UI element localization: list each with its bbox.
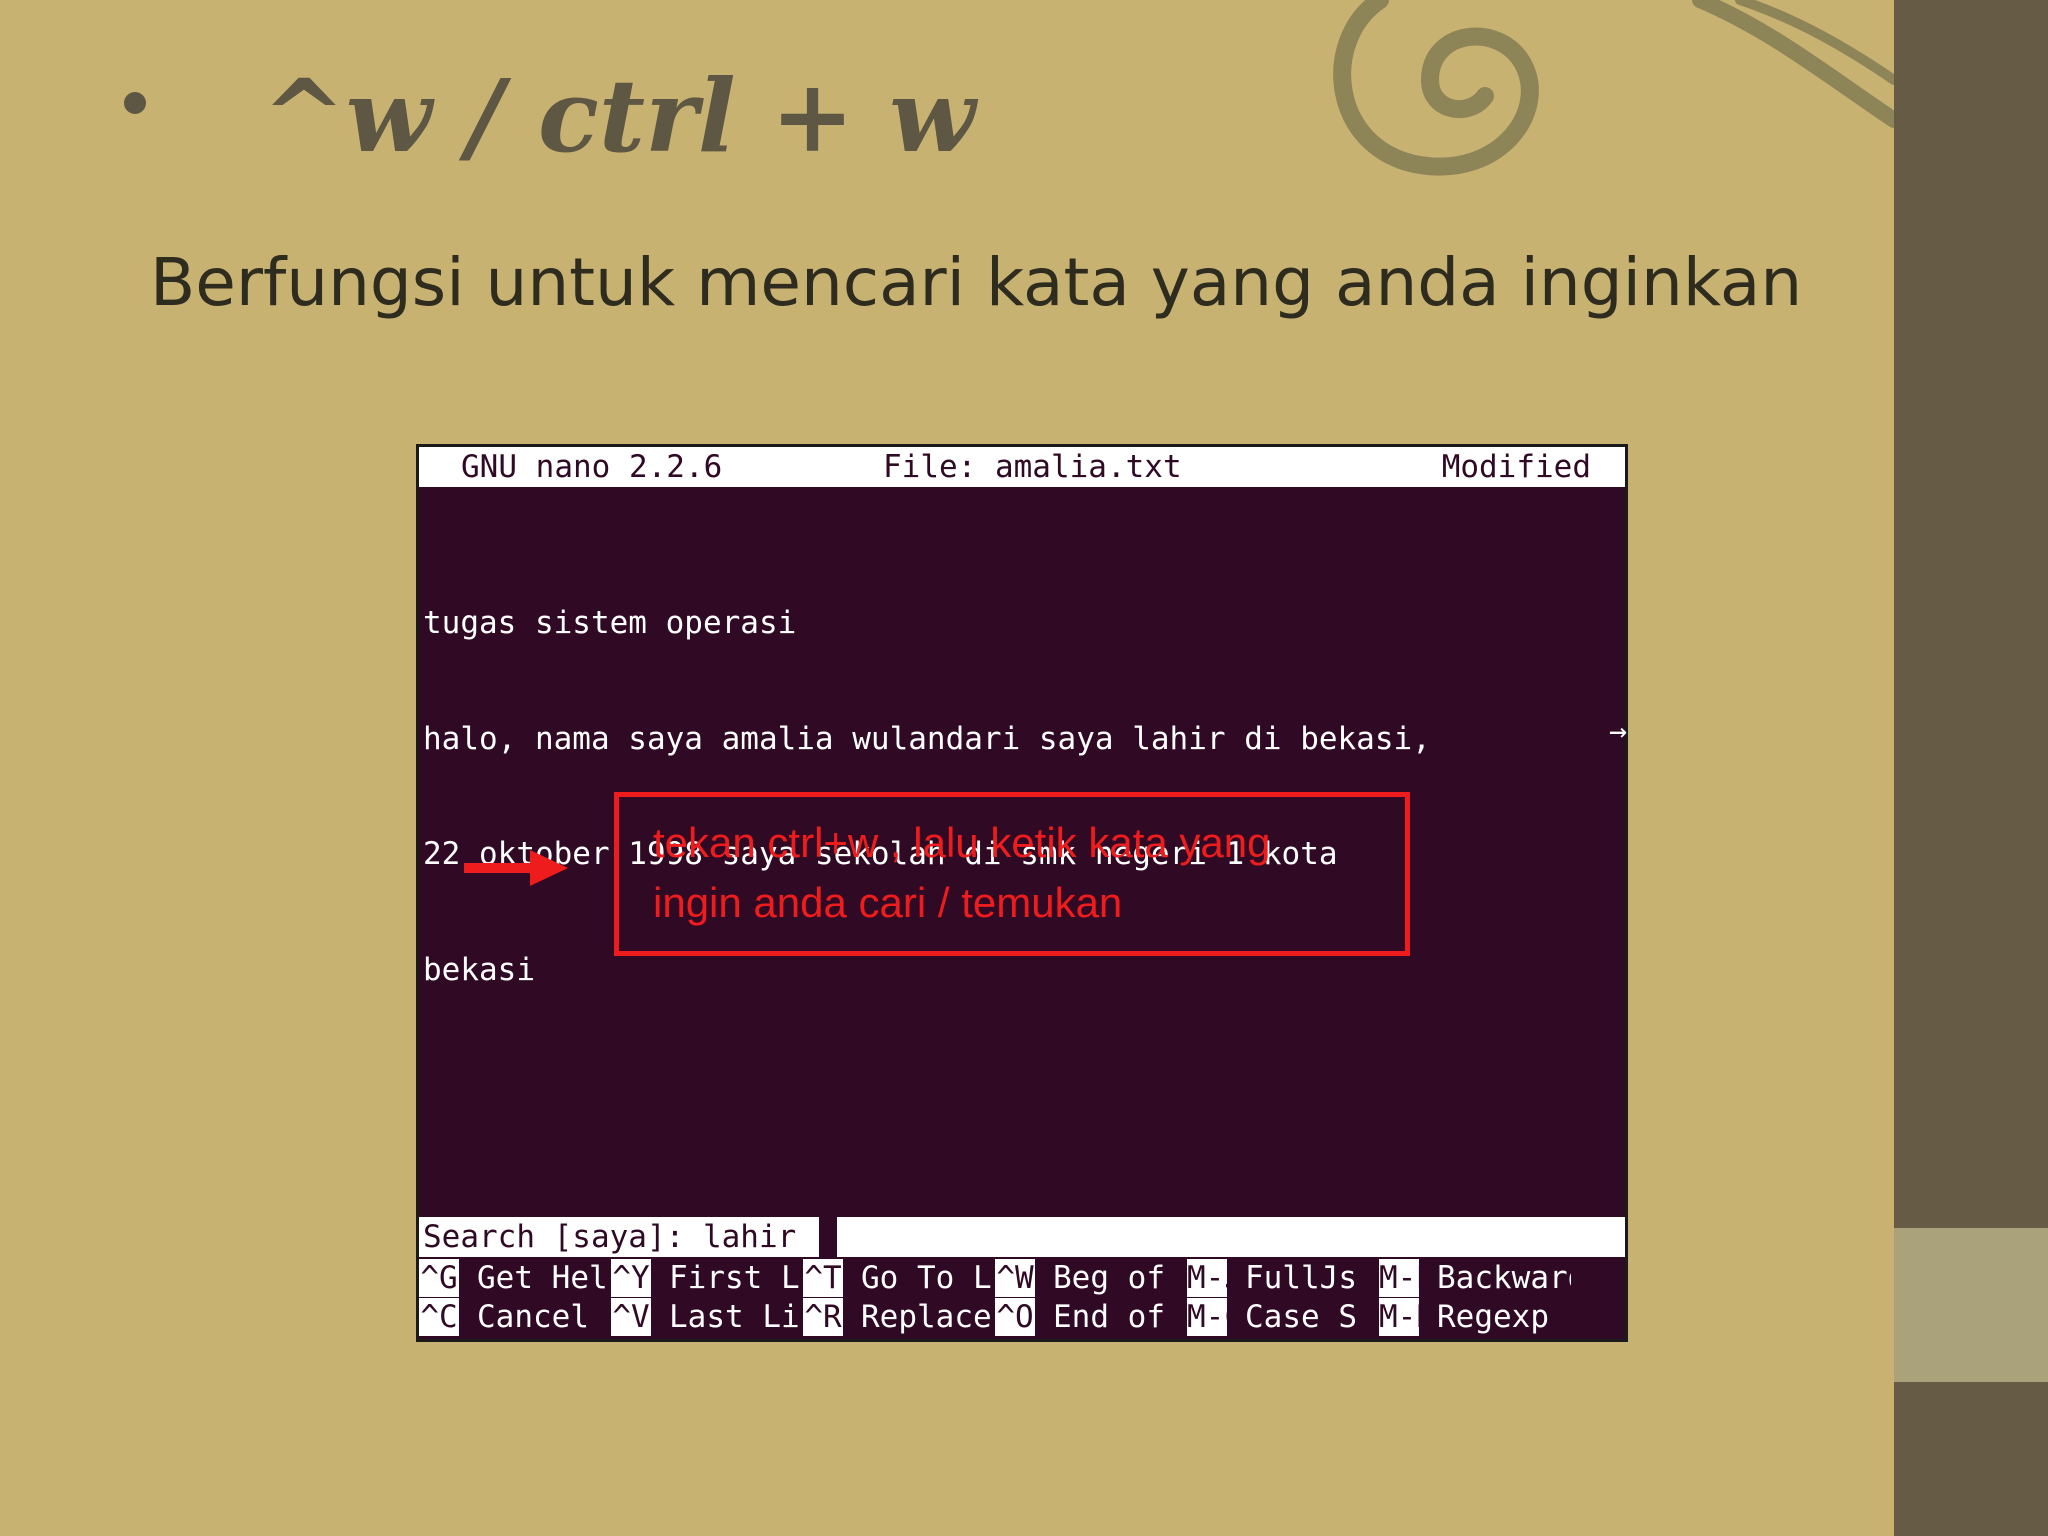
shortcut-replace[interactable]: ^R Replace [803,1298,995,1336]
sidebar-band [1894,1228,2048,1382]
slide-title: ^w / ctrl + w [262,57,976,175]
shortcut-case-sensitive[interactable]: M-C Case S [1187,1298,1379,1336]
shortcut-row: ^C Cancel ^V Last Li ^R Replace ^O End o… [419,1298,1625,1336]
shortcut-key: M-J [1187,1259,1243,1297]
shortcut-full-justify[interactable]: M-J FullJs [1187,1259,1379,1297]
shortcut-key: M-R [1379,1298,1435,1336]
annotation-callout: tekan ctrl+w , lalu ketik kata yang ingi… [614,792,1410,956]
shortcut-beg-of-line[interactable]: ^W Beg of [995,1259,1187,1297]
shortcut-label: Get Hel [477,1260,608,1296]
shortcut-label: Case S [1245,1299,1357,1335]
shortcut-label: Last Li [669,1299,800,1335]
file-name: File: amalia.txt [883,449,1182,485]
shortcut-label: Go To L [861,1260,992,1296]
shortcut-key: ^V [611,1298,651,1336]
shortcut-label: Cancel [477,1299,589,1335]
cursor [819,1217,837,1257]
shortcut-key: ^W [995,1259,1035,1297]
shortcut-key: ^C [419,1298,459,1336]
shortcut-get-help[interactable]: ^G Get Hel [419,1259,611,1297]
shortcut-key: ^O [995,1298,1035,1336]
shortcut-key: ^T [803,1259,843,1297]
text-line: bekasi [423,951,535,988]
shortcut-go-to-line[interactable]: ^T Go To L [803,1259,995,1297]
shortcut-key: M-C [1187,1298,1243,1336]
red-arrow-icon [464,850,568,886]
shortcut-regexp[interactable]: M-R Regexp [1379,1298,1571,1336]
callout-line: ingin anda cari / temukan [653,879,1123,926]
bullet-icon [124,92,146,114]
shortcut-label: End of [1053,1299,1165,1335]
nano-title-bar: GNU nano 2.2.6 File: amalia.txt Modified [419,447,1625,487]
nano-version: GNU nano 2.2.6 [461,449,723,485]
shortcut-label: Regexp [1437,1299,1549,1335]
shortcut-key: ^R [803,1298,843,1336]
shortcut-cancel[interactable]: ^C Cancel [419,1298,611,1336]
search-prompt-bar[interactable]: Search [saya]: lahir [419,1217,1625,1257]
shortcut-label: Beg of [1053,1260,1165,1296]
slide-subtitle: Berfungsi untuk mencari kata yang anda i… [150,244,1803,321]
shortcut-end-of-line[interactable]: ^O End of [995,1298,1187,1336]
shortcut-backwards[interactable]: M-B Backwards [1379,1259,1571,1297]
text-line: tugas sistem operasi [423,605,797,641]
modified-status: Modified [1441,449,1591,485]
shortcut-label: First L [669,1260,800,1296]
callout-line: tekan ctrl+w , lalu ketik kata yang [653,819,1271,866]
swirl-decoration [1333,0,1894,176]
shortcut-label: FullJs [1245,1260,1357,1296]
text-line: halo, nama saya amalia wulandari saya la… [423,720,1431,757]
shortcut-key: ^G [419,1259,459,1297]
shortcut-key: M-B [1379,1259,1435,1297]
shortcut-label: Replace [861,1299,992,1335]
shortcut-last-line[interactable]: ^V Last Li [611,1298,803,1336]
scroll-marker-icon: → [1609,714,1628,749]
shortcut-first-line[interactable]: ^Y First L [611,1259,803,1297]
shortcut-label: Backwards [1437,1260,1571,1296]
search-input[interactable]: Search [saya]: lahir [419,1217,797,1257]
shortcut-row: ^G Get Hel ^Y First L ^T Go To L ^W Beg … [419,1259,1625,1297]
shortcut-key: ^Y [611,1259,651,1297]
